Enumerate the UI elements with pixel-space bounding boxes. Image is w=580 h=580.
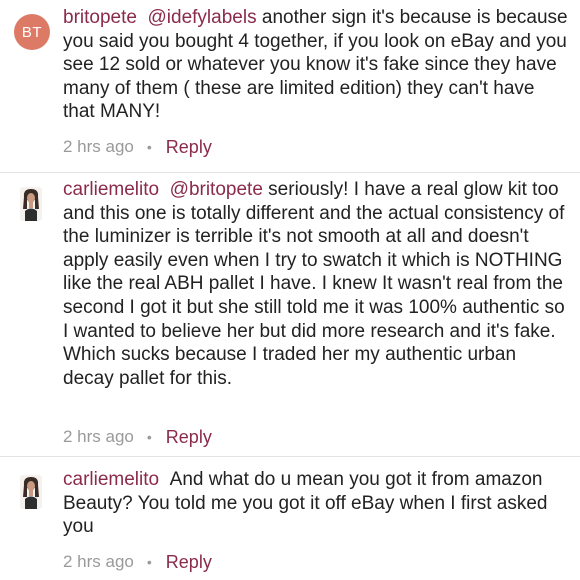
avatar[interactable]: BT (14, 14, 50, 50)
user-photo-avatar-icon[interactable] (20, 187, 42, 221)
comment-username[interactable]: carliemelito (63, 179, 159, 200)
comment-timestamp: 2 hrs ago (63, 552, 134, 571)
comment-body: britopete @idefylabels another sign it's… (63, 6, 569, 124)
comment-meta: 2 hrs ago • Reply (63, 424, 212, 450)
comment-username[interactable]: britopete (63, 7, 137, 28)
comment-mention[interactable]: @idefylabels (148, 7, 257, 28)
comment-item: carliemelito @britopete seriously! I hav… (0, 173, 580, 456)
comment-text: another sign it's because is because you… (63, 7, 568, 123)
avatar-photo-graphic (20, 187, 42, 221)
reply-button[interactable]: Reply (166, 427, 212, 448)
comment-meta: 2 hrs ago • Reply (63, 134, 212, 160)
comment-meta: 2 hrs ago • Reply (63, 549, 212, 575)
comment-item: carliemelito And what do u mean you got … (0, 457, 580, 580)
meta-separator: • (146, 139, 152, 155)
avatar-initials: BT (21, 23, 43, 41)
comment-mention[interactable]: @britopete (170, 179, 263, 200)
meta-separator: • (146, 429, 152, 445)
comment-item: BT britopete @idefylabels another sign i… (0, 0, 580, 172)
meta-separator: • (146, 554, 152, 570)
comment-username[interactable]: carliemelito (63, 469, 159, 490)
user-photo-avatar-icon[interactable] (20, 475, 42, 509)
reply-button[interactable]: Reply (166, 137, 212, 158)
comment-timestamp: 2 hrs ago (63, 137, 134, 156)
comment-text: seriously! I have a real glow kit too an… (63, 179, 565, 389)
comment-body: carliemelito @britopete seriously! I hav… (63, 178, 569, 390)
comment-timestamp: 2 hrs ago (63, 427, 134, 446)
comment-thread: BT britopete @idefylabels another sign i… (0, 0, 580, 580)
reply-button[interactable]: Reply (166, 552, 212, 573)
comment-body: carliemelito And what do u mean you got … (63, 468, 569, 539)
avatar-photo-graphic (20, 475, 42, 509)
